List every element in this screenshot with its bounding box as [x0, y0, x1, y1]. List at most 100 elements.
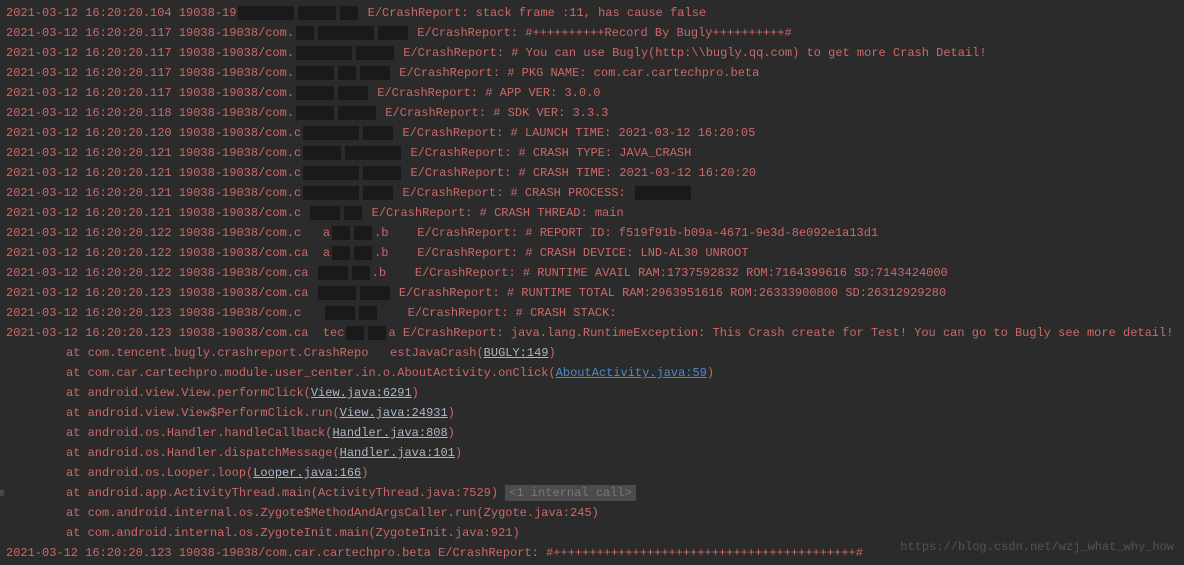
log-line: 2021-03-12 16:20:20.118 19038-19038/com.… — [6, 103, 1178, 123]
internal-call-badge[interactable]: <1 internal call> — [505, 485, 635, 501]
stack-frame-text: at android.os.Handler.handleCallback( — [66, 426, 332, 440]
stack-frame-suffix: ) — [412, 386, 419, 400]
source-link[interactable]: Handler.java:808 — [332, 426, 447, 440]
fold-gutter-icon[interactable]: ⊞ — [0, 485, 4, 505]
redacted-block — [303, 186, 359, 200]
log-prefix: 2021-03-12 16:20:20.122 19038-19038/com.… — [6, 266, 316, 280]
log-line: 2021-03-12 16:20:20.117 19038-19038/com.… — [6, 83, 1178, 103]
source-link[interactable]: View.java:24931 — [340, 406, 448, 420]
redacted-block — [318, 286, 356, 300]
redacted-block — [363, 126, 393, 140]
redacted-block — [363, 186, 393, 200]
stack-frame: at com.android.internal.os.Zygote$Method… — [6, 503, 1178, 523]
redacted-block — [338, 66, 356, 80]
stack-frame-text: at android.view.View$PerformClick.run( — [66, 406, 340, 420]
stack-frame-text: at android.view.View.performClick( — [66, 386, 311, 400]
redacted-block — [298, 6, 336, 20]
log-line: 2021-03-12 16:20:20.121 19038-19038/com.… — [6, 143, 1178, 163]
log-message: E/CrashReport: stack frame :11, has caus… — [360, 6, 706, 20]
log-message: E/CrashReport: # CRASH STACK: — [379, 306, 617, 320]
redacted-block — [332, 246, 350, 260]
redacted-block — [332, 226, 350, 240]
log-message: E/CrashReport: # APP VER: 3.0.0 — [370, 86, 600, 100]
redacted-block — [310, 206, 340, 220]
stack-frame-suffix: ) — [707, 366, 714, 380]
log-prefix: 2021-03-12 16:20:20.117 19038-19038/com. — [6, 46, 294, 60]
stack-frame: at android.os.Handler.dispatchMessage(Ha… — [6, 443, 1178, 463]
redacted-block — [303, 126, 359, 140]
log-prefix: 2021-03-12 16:20:20.121 19038-19038/com.… — [6, 146, 301, 160]
redacted-block — [345, 146, 401, 160]
redacted-block — [296, 86, 334, 100]
log-message: .b E/CrashReport: # CRASH DEVICE: LND-AL… — [374, 246, 748, 260]
log-prefix: 2021-03-12 16:20:20.121 19038-19038/com.… — [6, 186, 301, 200]
log-message: E/CrashReport: # CRASH THREAD: main — [364, 206, 623, 220]
log-line: 2021-03-12 16:20:20.122 19038-19038/com.… — [6, 223, 1178, 243]
source-link[interactable]: View.java:6291 — [311, 386, 412, 400]
source-link[interactable]: Looper.java:166 — [253, 466, 361, 480]
log-prefix: 2021-03-12 16:20:20.123 19038-19038/com.… — [6, 286, 316, 300]
log-prefix: 2021-03-12 16:20:20.122 19038-19038/com.… — [6, 246, 330, 260]
stack-frame: at android.view.View.performClick(View.j… — [6, 383, 1178, 403]
log-message: E/CrashReport: # CRASH TYPE: JAVA_CRASH — [403, 146, 691, 160]
redacted-block — [338, 86, 368, 100]
stack-frame-suffix: ) — [448, 406, 455, 420]
log-message: E/CrashReport: #++++++++++Record By Bugl… — [410, 26, 792, 40]
stack-frame: at com.tencent.bugly.crashreport.CrashRe… — [6, 343, 1178, 363]
log-line: 2021-03-12 16:20:20.117 19038-19038/com.… — [6, 43, 1178, 63]
redacted-block — [356, 46, 394, 60]
log-line: 2021-03-12 16:20:20.104 19038-19 E/Crash… — [6, 3, 1178, 23]
stack-frame-text: at com.car.cartechpro.module.user_center… — [66, 366, 556, 380]
log-prefix: 2021-03-12 16:20:20.120 19038-19038/com.… — [6, 126, 301, 140]
log-prefix: 2021-03-12 16:20:20.123 19038-19038/com.… — [6, 326, 344, 340]
log-message: a E/CrashReport: java.lang.RuntimeExcept… — [388, 326, 1173, 340]
redacted-block — [238, 6, 294, 20]
redacted-block — [344, 206, 362, 220]
log-prefix: 2021-03-12 16:20:20.117 19038-19038/com. — [6, 66, 294, 80]
log-prefix: 2021-03-12 16:20:20.122 19038-19038/com.… — [6, 226, 330, 240]
log-line: 2021-03-12 16:20:20.117 19038-19038/com.… — [6, 63, 1178, 83]
stack-frame: at android.view.View$PerformClick.run(Vi… — [6, 403, 1178, 423]
source-link[interactable]: Handler.java:101 — [340, 446, 455, 460]
stack-frame: at com.car.cartechpro.module.user_center… — [6, 363, 1178, 383]
redacted-block — [338, 106, 376, 120]
redacted-block — [340, 6, 358, 20]
redacted-block — [360, 66, 390, 80]
log-message: E/CrashReport: # CRASH TIME: 2021-03-12 … — [403, 166, 756, 180]
log-line: 2021-03-12 16:20:20.122 19038-19038/com.… — [6, 243, 1178, 263]
redacted-block — [635, 186, 691, 200]
stack-frame-text: at com.android.internal.os.Zygote$Method… — [66, 506, 599, 520]
stack-frame-text: at android.os.Looper.loop( — [66, 466, 253, 480]
redacted-block — [325, 306, 355, 320]
stack-frame-suffix: ) — [455, 446, 462, 460]
redacted-block — [296, 46, 352, 60]
redacted-block — [360, 286, 390, 300]
redacted-block — [359, 306, 377, 320]
log-line: 2021-03-12 16:20:20.123 19038-19038/com.… — [6, 323, 1178, 343]
log-message: E/CrashReport: # SDK VER: 3.3.3 — [378, 106, 608, 120]
logcat-output: 2021-03-12 16:20:20.104 19038-19 E/Crash… — [6, 3, 1178, 563]
stack-frame-text: at android.os.Handler.dispatchMessage( — [66, 446, 340, 460]
stack-frame-suffix: ) — [448, 426, 455, 440]
stack-frame: at android.os.Handler.handleCallback(Han… — [6, 423, 1178, 443]
log-prefix: 2021-03-12 16:20:20.123 19038-19038/com.… — [6, 306, 323, 320]
redacted-block — [378, 26, 408, 40]
stack-frame-text: at com.android.internal.os.ZygoteInit.ma… — [66, 526, 520, 540]
stack-frame-text: at android.app.ActivityThread.main(Activ… — [66, 486, 505, 500]
stack-frame-suffix: ) — [361, 466, 368, 480]
log-line: 2021-03-12 16:20:20.121 19038-19038/com.… — [6, 163, 1178, 183]
log-message: E/CrashReport: # You can use Bugly(http:… — [396, 46, 987, 60]
redacted-block — [354, 246, 372, 260]
source-link[interactable]: AboutActivity.java:59 — [556, 366, 707, 380]
log-prefix: 2021-03-12 16:20:20.121 19038-19038/com.… — [6, 206, 308, 220]
log-message: .b E/CrashReport: # REPORT ID: f519f91b-… — [374, 226, 878, 240]
redacted-block — [296, 26, 314, 40]
redacted-block — [346, 326, 364, 340]
watermark-text: https://blog.csdn.net/wzj_what_why_how — [900, 537, 1174, 557]
log-message: E/CrashReport: # PKG NAME: com.car.carte… — [392, 66, 759, 80]
log-message: .b E/CrashReport: # RUNTIME AVAIL RAM:17… — [372, 266, 948, 280]
source-link[interactable]: BUGLY:149 — [484, 346, 549, 360]
log-message: E/CrashReport: # RUNTIME TOTAL RAM:29639… — [392, 286, 947, 300]
log-line: 2021-03-12 16:20:20.120 19038-19038/com.… — [6, 123, 1178, 143]
log-line: 2021-03-12 16:20:20.121 19038-19038/com.… — [6, 203, 1178, 223]
